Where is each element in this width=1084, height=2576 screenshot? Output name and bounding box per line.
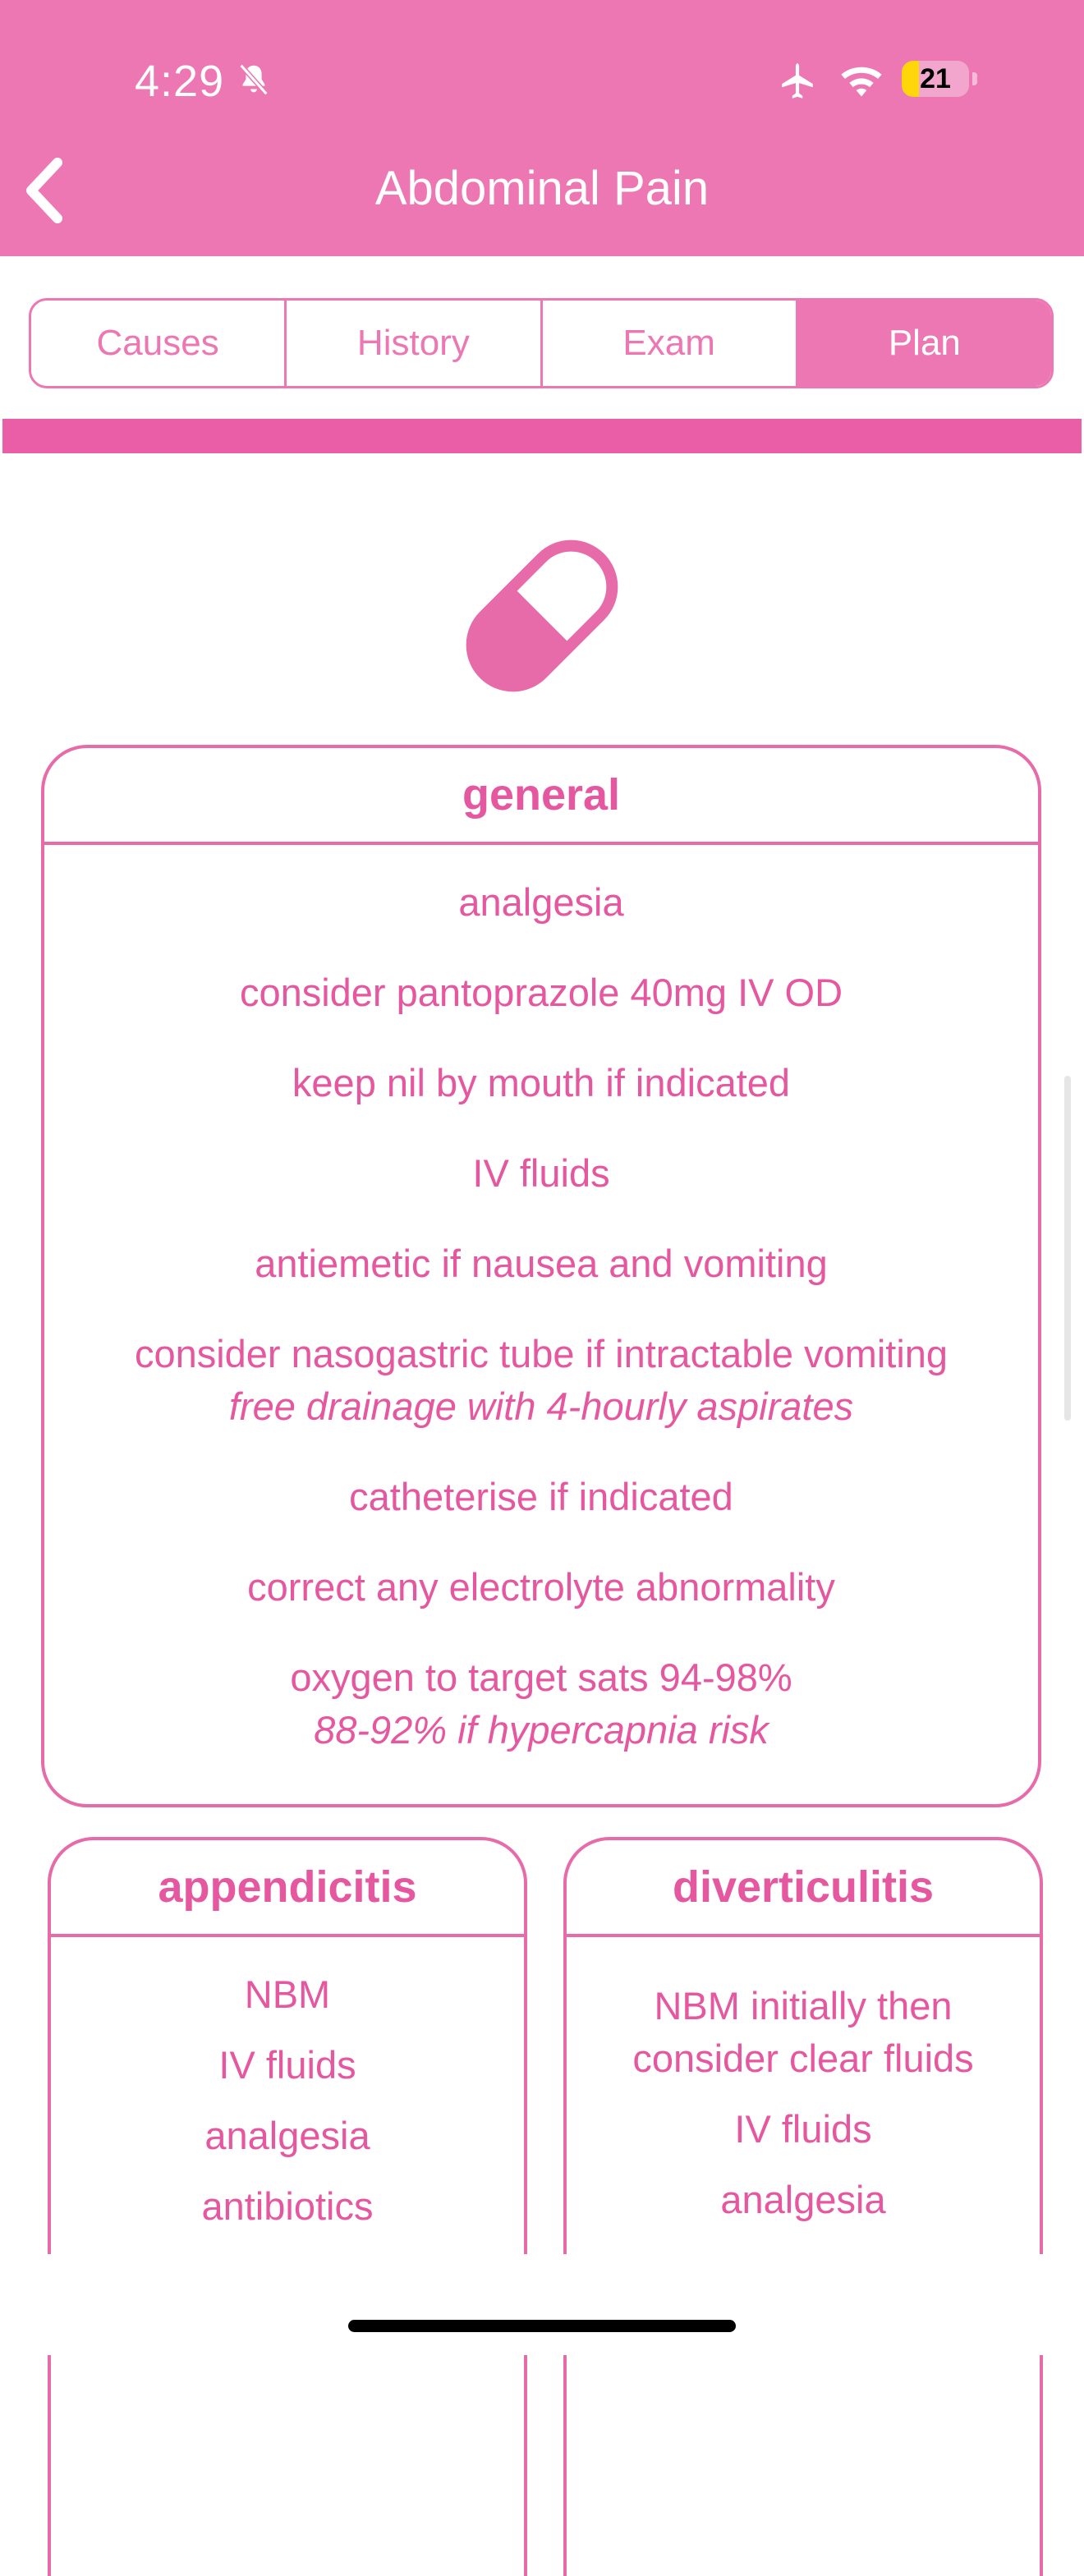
general-card: general analgesia consider pantoprazole … xyxy=(41,745,1041,1807)
general-item: analgesia xyxy=(458,880,624,924)
general-item: keep nil by mouth if indicated xyxy=(292,1061,791,1104)
general-items: analgesia consider pantoprazole 40mg IV … xyxy=(44,845,1038,1756)
bell-slash-icon xyxy=(239,63,269,96)
tab-exam[interactable]: Exam xyxy=(543,301,798,386)
scroll-indicator[interactable] xyxy=(1064,1076,1071,1421)
appendicitis-item: IV fluids xyxy=(218,2043,356,2087)
diverticulitis-card: diverticulitis NBM initially then consid… xyxy=(563,1837,1043,2576)
wifi-icon xyxy=(841,67,882,97)
status-time: 4:29 xyxy=(135,57,225,106)
appendicitis-item: NBM xyxy=(244,1972,331,2016)
general-card-title: general xyxy=(44,748,1038,845)
general-item: consider pantoprazole 40mg IV OD xyxy=(239,971,843,1014)
battery-percent: 21 xyxy=(920,63,951,94)
pill-capsule-icon xyxy=(466,540,618,692)
general-item: IV fluids xyxy=(472,1151,610,1195)
general-item-note: 88-92% if hypercapnia risk xyxy=(314,1708,769,1752)
general-item: antiemetic if nausea and vomiting xyxy=(255,1242,828,1285)
diverticulitis-item: IV fluids xyxy=(734,2107,872,2151)
section-divider-bar xyxy=(2,419,1082,453)
diverticulitis-card-title: diverticulitis xyxy=(567,1840,1040,1937)
home-indicator[interactable] xyxy=(348,2320,736,2332)
appendicitis-items: NBM IV fluids analgesia antibiotics xyxy=(51,1937,524,2233)
appendicitis-item: antibiotics xyxy=(201,2184,374,2228)
general-item: oxygen to target sats 94-98% 88-92% if hy… xyxy=(44,1651,1038,1756)
diverticulitis-item: NBM initially then consider clear fluids xyxy=(632,1984,974,2080)
appendicitis-item: analgesia xyxy=(204,2114,370,2157)
appendicitis-card: appendicitis NBM IV fluids analgesia ant… xyxy=(48,1837,527,2576)
diverticulitis-item: analgesia xyxy=(720,2178,886,2221)
diverticulitis-items: NBM initially then consider clear fluids… xyxy=(567,1937,1040,2226)
general-item: correct any electrolyte abnormality xyxy=(247,1565,835,1609)
general-item: catheterise if indicated xyxy=(349,1475,733,1518)
general-item: consider nasogastric tube if intractable… xyxy=(44,1328,1038,1433)
page-title: Abdominal Pain xyxy=(374,162,710,215)
section-tabs: Causes History Exam Plan xyxy=(29,298,1054,388)
appendicitis-card-title: appendicitis xyxy=(51,1840,524,1937)
battery-cap xyxy=(972,72,977,85)
nav-header: 4:29 21 Abdominal Pain xyxy=(0,0,1084,256)
tab-plan[interactable]: Plan xyxy=(797,301,1051,386)
tab-history[interactable]: History xyxy=(287,301,543,386)
back-chevron-icon[interactable] xyxy=(21,156,67,225)
airplane-icon xyxy=(782,63,813,99)
tab-causes[interactable]: Causes xyxy=(31,301,287,386)
bottom-safe-area xyxy=(0,2254,1084,2355)
battery-indicator: 21 xyxy=(902,61,969,97)
general-item-note: free drainage with 4-hourly aspirates xyxy=(228,1384,854,1428)
